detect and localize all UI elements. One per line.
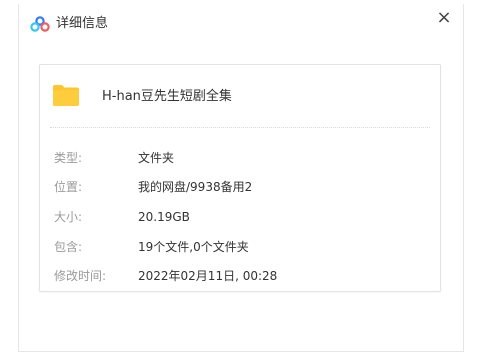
- detail-value: 20.19GB: [138, 210, 190, 224]
- detail-value: 我的网盘/9938备用2: [138, 180, 253, 194]
- detail-label: 修改时间:: [54, 269, 107, 283]
- detail-row-location: 位置: 我的网盘/9938备用2: [40, 178, 440, 196]
- details-dialog: 详细信息 × H-han豆先生短剧全集 类型: 文件夹 位置: 我的网盘/993…: [18, 4, 464, 352]
- detail-row-type: 类型: 文件夹: [40, 149, 440, 167]
- file-name: H-han豆先生短剧全集: [102, 89, 232, 104]
- detail-row-contains: 包含: 19个文件,0个文件夹: [40, 238, 440, 256]
- detail-value: 2022年02月11日, 00:28: [138, 269, 278, 283]
- file-info-card: H-han豆先生短剧全集 类型: 文件夹 位置: 我的网盘/9938备用2 大小…: [39, 64, 441, 292]
- detail-label: 位置:: [54, 180, 83, 194]
- detail-value: 文件夹: [138, 151, 175, 165]
- close-icon: ×: [436, 7, 452, 28]
- baidu-netdisk-icon: [30, 16, 50, 32]
- detail-row-size: 大小: 20.19GB: [40, 208, 440, 226]
- detail-row-modified: 修改时间: 2022年02月11日, 00:28: [40, 267, 440, 285]
- folder-icon: [52, 83, 80, 107]
- detail-label: 类型:: [54, 151, 83, 165]
- detail-label: 大小:: [54, 210, 83, 224]
- detail-label: 包含:: [54, 240, 83, 254]
- divider: [50, 127, 430, 128]
- detail-value: 19个文件,0个文件夹: [138, 240, 249, 254]
- dialog-title: 详细信息: [56, 16, 109, 31]
- close-button[interactable]: ×: [433, 7, 455, 29]
- dialog-titlebar: 详细信息 ×: [19, 4, 463, 44]
